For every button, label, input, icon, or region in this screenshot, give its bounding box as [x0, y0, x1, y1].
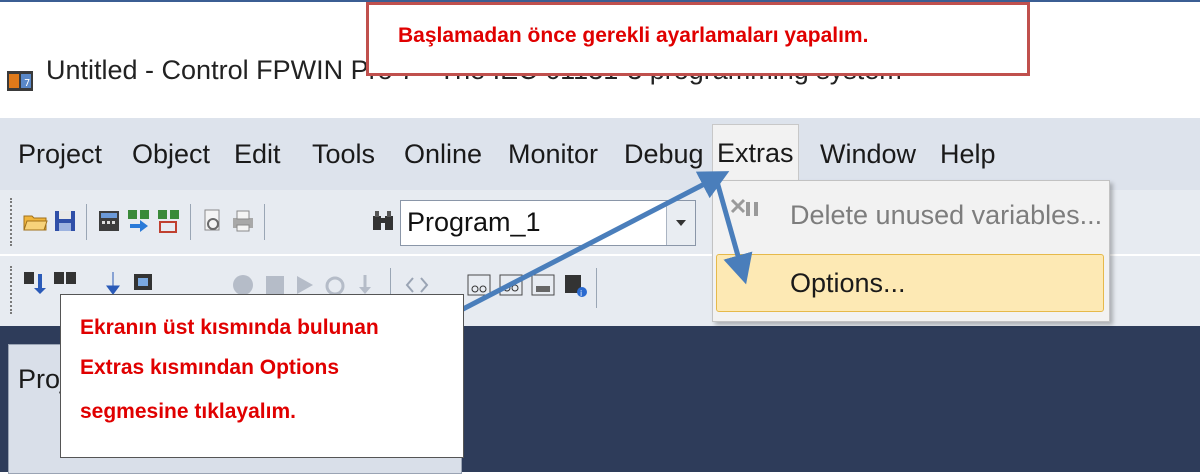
arrow-to-extras-menu: [436, 171, 730, 325]
callout-bottom-line-1: Ekranın üst kısmında bulunan: [80, 316, 379, 339]
callout-bottom-line-3: segmesine tıklayalım.: [80, 400, 296, 423]
callout-top-text: Başlamadan önce gerekli ayarlamaları yap…: [398, 24, 869, 47]
callout-bottom-line-2: Extras kısmından Options: [80, 356, 340, 379]
arrow-to-options-item: [713, 177, 753, 285]
